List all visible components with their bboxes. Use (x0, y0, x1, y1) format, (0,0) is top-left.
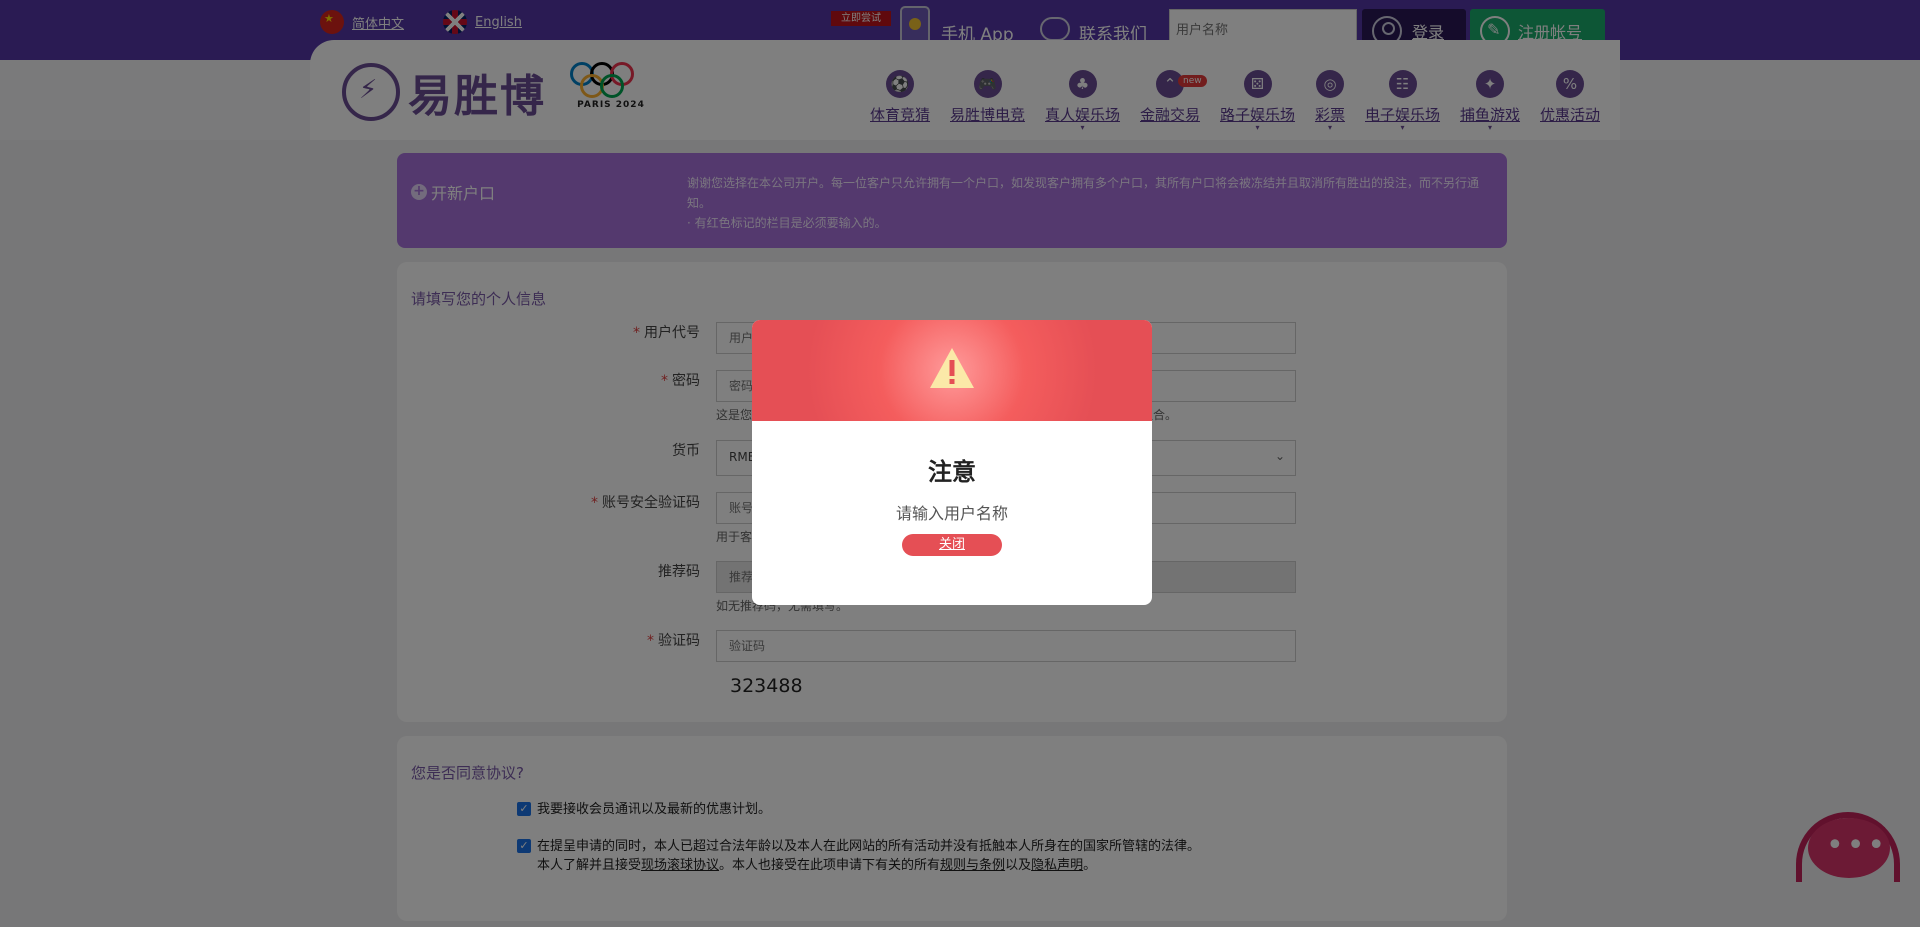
modal-header (752, 320, 1152, 421)
alert-modal: 注意 请输入用户名称 关闭 (752, 320, 1152, 605)
modal-message: 请输入用户名称 (895, 504, 1008, 523)
warning-icon (930, 348, 974, 388)
modal-close-button[interactable]: 关闭 (902, 534, 1002, 556)
modal-title: 注意 (928, 458, 976, 486)
